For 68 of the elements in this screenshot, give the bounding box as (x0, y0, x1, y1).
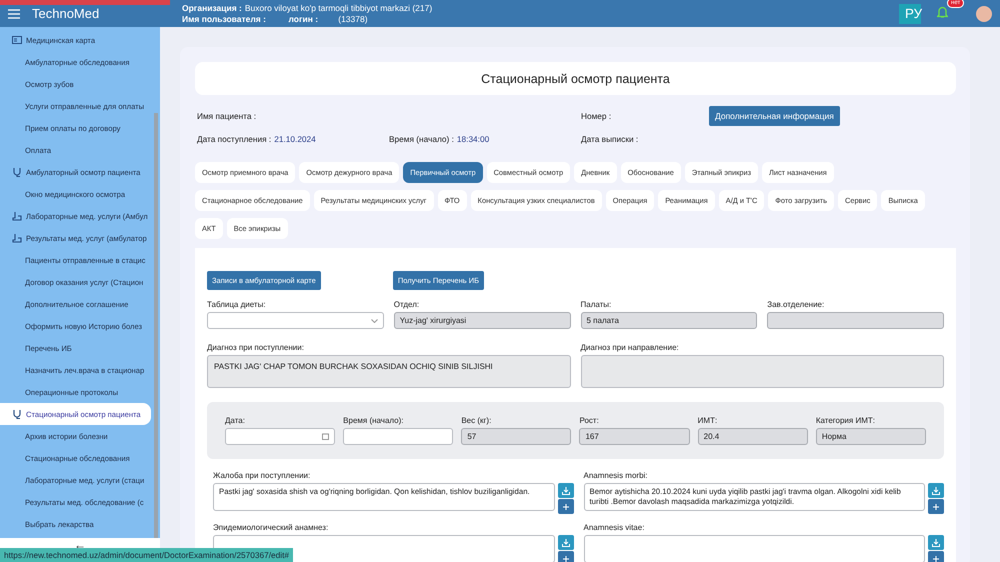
input-field: Yuz-jag' xirurgiyasi (394, 312, 570, 329)
avatar[interactable] (976, 6, 992, 22)
download-icon (932, 538, 940, 546)
field-label: Время (начало): (343, 416, 405, 425)
download-icon (562, 486, 570, 494)
download-button[interactable] (558, 483, 574, 498)
stethoscope-icon (12, 167, 22, 177)
add-button[interactable] (558, 551, 574, 562)
user-label: Имя пользователя : (182, 14, 266, 24)
info-label: Номер : (581, 111, 612, 121)
info-label: Имя пациента : (197, 111, 256, 121)
stethoscope-icon (12, 409, 22, 419)
chevron-icon (370, 318, 378, 322)
field-label: Anamnesis morbi: (584, 471, 649, 480)
input-field: 20.4 (698, 428, 808, 445)
download-icon (932, 486, 940, 494)
field-label: Диагноз при направление: (580, 343, 680, 352)
input-field: 57 (461, 428, 572, 445)
plus-icon (562, 504, 568, 510)
info-value: 21.10.2024 (274, 134, 316, 144)
login-label: логин : (288, 14, 318, 24)
add-button[interactable] (928, 499, 944, 514)
card-icon (12, 35, 22, 45)
input-field[interactable] (343, 428, 454, 445)
flask-icon (12, 211, 22, 221)
organization-label: Организация : (182, 2, 242, 14)
info-button[interactable]: Дополнительная информация (709, 106, 840, 126)
field-label: Отдел: (394, 300, 420, 309)
flask-icon (12, 233, 22, 243)
field-label: Рост: (579, 416, 600, 425)
field-label: Категория ИМТ: (816, 416, 876, 425)
field-label: Таблица диеты: (207, 300, 267, 309)
info-label: Дата выписки : (581, 134, 638, 144)
download-icon (562, 538, 570, 546)
field-label: Жалоба при поступлении: (213, 471, 312, 480)
info-value: 18:34:00 (456, 134, 490, 144)
input-field: 167 (579, 428, 690, 445)
field-label: Anamnesis vitae: (584, 523, 646, 532)
info-label: Дата поступления : (197, 134, 272, 144)
info-label: Время (начало) : (389, 134, 454, 144)
plus-icon (933, 556, 939, 562)
plus-icon (562, 556, 568, 562)
field-label: Вес (кг): (461, 416, 492, 425)
input-field: 5 палата (580, 312, 758, 329)
field-label: Эпидемиологический анамнез: (213, 523, 330, 532)
download-button[interactable] (928, 483, 944, 498)
dropdown-field[interactable] (207, 312, 384, 329)
download-button[interactable] (558, 535, 574, 550)
app-name: TechnoMed (32, 6, 100, 21)
add-button[interactable] (928, 551, 944, 562)
login-id: (13378) (338, 14, 368, 24)
plus-icon (933, 504, 939, 510)
download-button[interactable] (928, 535, 944, 550)
field-label: Диагноз при поступлении: (207, 343, 305, 352)
organization-name: Buxoro viloyat ko'p tarmoqli tibbiyot markazi (217) (244, 2, 432, 14)
url-tooltip: https://new.technomed.uz/admin/document/DoctorExamination/2570367/edit# (0, 548, 294, 562)
text-area[interactable]: PASTKI JAG' CHAP TOMON BURCHAK SOXASIDAN OCHIQ SINIB SILJISHI (207, 355, 570, 388)
input-field: Норма (816, 428, 926, 445)
page-title: Стационарный осмотр пациента (195, 62, 956, 95)
menu-icon[interactable] (8, 8, 20, 18)
field-label: Зав.отделение: (767, 300, 826, 309)
field-label: Дата: (225, 416, 246, 425)
field-label: Палаты: (580, 300, 612, 309)
calendar-icon (322, 433, 330, 440)
add-button[interactable] (558, 499, 574, 514)
date-field[interactable] (225, 428, 336, 445)
field-label: ИМТ: (698, 416, 718, 425)
bell-icon[interactable] (937, 4, 948, 18)
